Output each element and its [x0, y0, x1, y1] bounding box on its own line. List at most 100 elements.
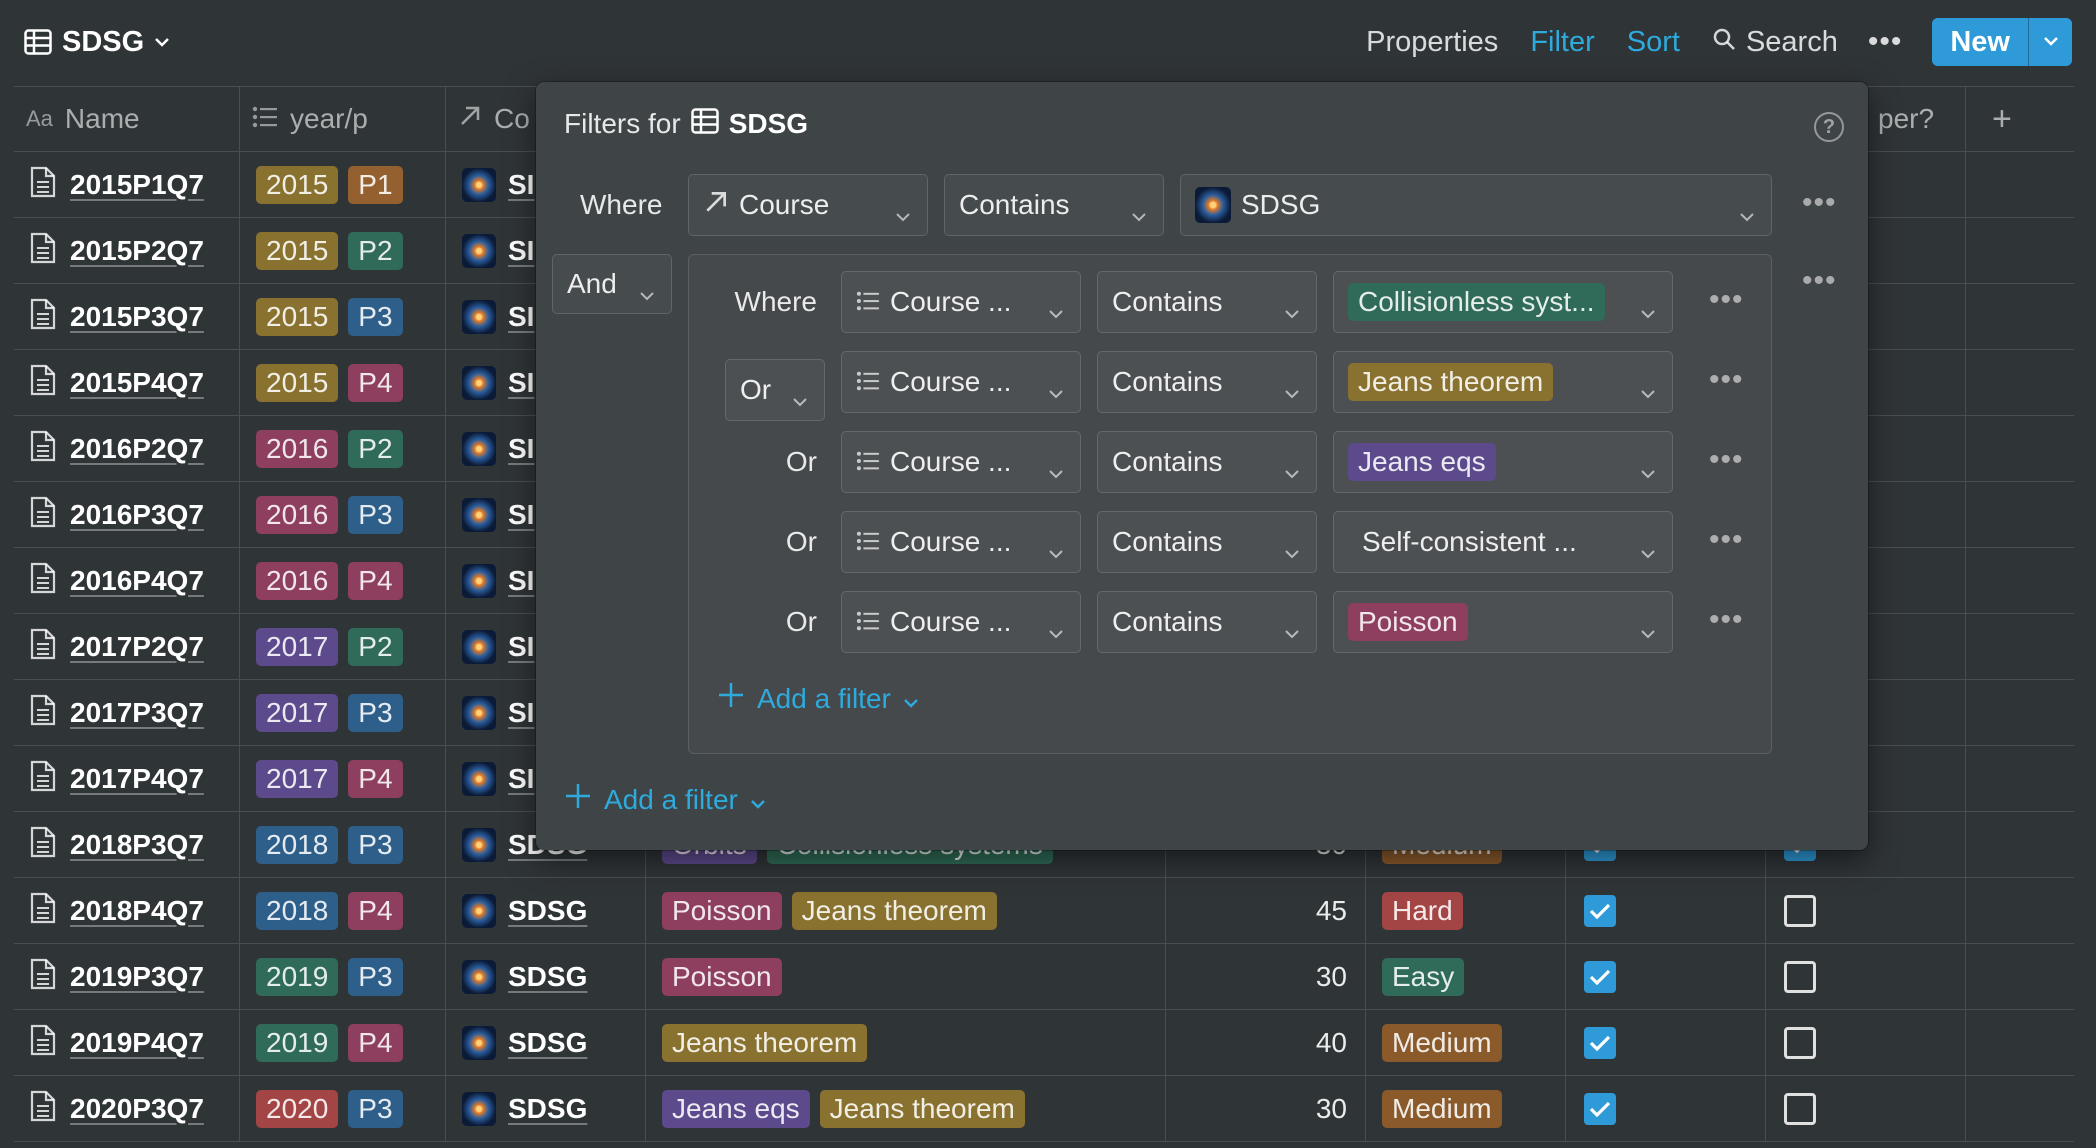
name-cell[interactable]: 2016P2Q7	[14, 416, 240, 481]
course-link[interactable]: SI	[508, 631, 534, 663]
name-cell[interactable]: 2017P3Q7	[14, 680, 240, 745]
done-checkbox-checked[interactable]	[1584, 1092, 1616, 1125]
filter-property-select[interactable]: Course ...	[841, 271, 1081, 333]
topics-cell[interactable]: Jeans theorem	[646, 1010, 1166, 1075]
page-title[interactable]: 2015P3Q7	[70, 301, 204, 333]
filter-rule-options-button[interactable]: •••	[1709, 443, 1744, 477]
year-cell[interactable]: 2015 P3	[240, 284, 446, 349]
filter-value-select[interactable]: Jeans eqs	[1333, 431, 1673, 493]
year-cell[interactable]: 2016 P3	[240, 482, 446, 547]
filter-rule-options-button[interactable]: •••	[1802, 186, 1837, 220]
sort-button[interactable]: Sort	[1627, 26, 1680, 59]
course-link[interactable]: SDSG	[508, 895, 587, 927]
difficulty-cell[interactable]: Medium	[1366, 1010, 1566, 1075]
name-cell[interactable]: 2015P2Q7	[14, 218, 240, 283]
course-cell[interactable]: SDSG	[446, 1076, 646, 1141]
done-checkbox-checked[interactable]	[1584, 894, 1616, 927]
done-checkbox-checked[interactable]	[1584, 1026, 1616, 1059]
difficulty-cell[interactable]: Easy	[1366, 944, 1566, 1009]
page-title[interactable]: 2015P4Q7	[70, 367, 204, 399]
filter-operator-select[interactable]: Contains	[1097, 271, 1317, 333]
paper-checkbox[interactable]	[1784, 960, 1816, 993]
year-cell[interactable]: 2017 P3	[240, 680, 446, 745]
year-cell[interactable]: 2016 P4	[240, 548, 446, 613]
course-link[interactable]: SDSG	[508, 961, 587, 993]
search-button[interactable]: Search	[1712, 26, 1838, 59]
table-row[interactable]: 2018P4Q7 2018 P4 SDSG Poisson Jeans theorem 45…	[14, 878, 2074, 944]
course-link[interactable]: SDSG	[508, 1027, 587, 1059]
page-title[interactable]: 2020P3Q7	[70, 1093, 204, 1125]
done-checkbox-checked[interactable]	[1584, 960, 1616, 993]
page-title[interactable]: 2017P3Q7	[70, 697, 204, 729]
table-row[interactable]: 2020P3Q7 2020 P3 SDSG Jeans eqs Jeans theorem…	[14, 1076, 2074, 1142]
filter-value-select[interactable]: Self-consistent ...	[1333, 511, 1673, 573]
add-filter-button[interactable]: Add a filter	[564, 782, 766, 817]
course-link[interactable]: SI	[508, 565, 534, 597]
name-cell[interactable]: 2016P4Q7	[14, 548, 240, 613]
name-cell[interactable]: 2015P4Q7	[14, 350, 240, 415]
filter-property-select[interactable]: Course ...	[841, 351, 1081, 413]
name-cell[interactable]: 2017P4Q7	[14, 746, 240, 811]
name-cell[interactable]: 2015P3Q7	[14, 284, 240, 349]
filter-operator-select[interactable]: Contains	[1097, 511, 1317, 573]
time-cell[interactable]: 45	[1166, 878, 1366, 943]
properties-button[interactable]: Properties	[1366, 26, 1498, 59]
more-options-button[interactable]: •••	[1868, 25, 1903, 59]
paper-checkbox[interactable]	[1784, 894, 1816, 927]
name-cell[interactable]: 2016P3Q7	[14, 482, 240, 547]
new-dropdown-button[interactable]	[2028, 18, 2072, 66]
name-cell[interactable]: 2019P4Q7	[14, 1010, 240, 1075]
filter-property-select[interactable]: Course ...	[841, 591, 1081, 653]
filter-button[interactable]: Filter	[1530, 26, 1594, 59]
filter-operator-select[interactable]: Contains	[1097, 351, 1317, 413]
course-link[interactable]: SDSG	[508, 1093, 587, 1125]
page-title[interactable]: 2019P4Q7	[70, 1027, 204, 1059]
filter-property-select[interactable]: Course ...	[841, 511, 1081, 573]
filter-rule-options-button[interactable]: •••	[1709, 603, 1744, 637]
year-cell[interactable]: 2015 P4	[240, 350, 446, 415]
topics-cell[interactable]: Jeans eqs Jeans theorem	[646, 1076, 1166, 1141]
year-cell[interactable]: 2017 P4	[240, 746, 446, 811]
name-cell[interactable]: 2017P2Q7	[14, 614, 240, 679]
help-icon[interactable]: ?	[1814, 112, 1844, 142]
year-cell[interactable]: 2015 P2	[240, 218, 446, 283]
filter-value-select[interactable]: Poisson	[1333, 591, 1673, 653]
filter-group-options-button[interactable]: •••	[1802, 264, 1837, 298]
time-cell[interactable]: 40	[1166, 1010, 1366, 1075]
time-cell[interactable]: 30	[1166, 944, 1366, 1009]
page-title[interactable]: 2016P2Q7	[70, 433, 204, 465]
year-cell[interactable]: 2019 P4	[240, 1010, 446, 1075]
page-title[interactable]: 2015P2Q7	[70, 235, 204, 267]
filter-value-select[interactable]: Jeans theorem	[1333, 351, 1673, 413]
name-cell[interactable]: 2018P3Q7	[14, 812, 240, 877]
course-link[interactable]: SI	[508, 235, 534, 267]
name-cell[interactable]: 2018P4Q7	[14, 878, 240, 943]
filter-property-select[interactable]: Course ...	[841, 431, 1081, 493]
page-title[interactable]: 2016P3Q7	[70, 499, 204, 531]
year-cell[interactable]: 2019 P3	[240, 944, 446, 1009]
paper-checkbox[interactable]	[1784, 1026, 1816, 1059]
course-cell[interactable]: SDSG	[446, 878, 646, 943]
filter-operator-select[interactable]: Contains	[1097, 591, 1317, 653]
difficulty-cell[interactable]: Hard	[1366, 878, 1566, 943]
table-row[interactable]: 2019P3Q7 2019 P3 SDSG Poisson 30 Easy	[14, 944, 2074, 1010]
filter-rule-options-button[interactable]: •••	[1709, 363, 1744, 397]
name-cell[interactable]: 2015P1Q7	[14, 152, 240, 217]
year-cell[interactable]: 2017 P2	[240, 614, 446, 679]
table-row[interactable]: 2019P4Q7 2019 P4 SDSG Jeans theorem 40 Medium	[14, 1010, 2074, 1076]
or-select[interactable]: Or	[725, 359, 825, 421]
page-title[interactable]: 2015P1Q7	[70, 169, 204, 201]
topics-cell[interactable]: Poisson Jeans theorem	[646, 878, 1166, 943]
page-title[interactable]: 2018P4Q7	[70, 895, 204, 927]
course-cell[interactable]: SDSG	[446, 1010, 646, 1075]
course-link[interactable]: SI	[508, 697, 534, 729]
add-filter-in-group-button[interactable]: Add a filter	[717, 681, 919, 716]
course-link[interactable]: SI	[508, 367, 534, 399]
year-cell[interactable]: 2018 P4	[240, 878, 446, 943]
paper-checkbox[interactable]	[1784, 1092, 1816, 1125]
add-property-button[interactable]: +	[1966, 87, 2074, 151]
filter-value-select[interactable]: SDSG	[1180, 174, 1772, 236]
filter-value-select[interactable]: Collisionless syst...	[1333, 271, 1673, 333]
page-title[interactable]: 2017P2Q7	[70, 631, 204, 663]
course-link[interactable]: SI	[508, 301, 534, 333]
